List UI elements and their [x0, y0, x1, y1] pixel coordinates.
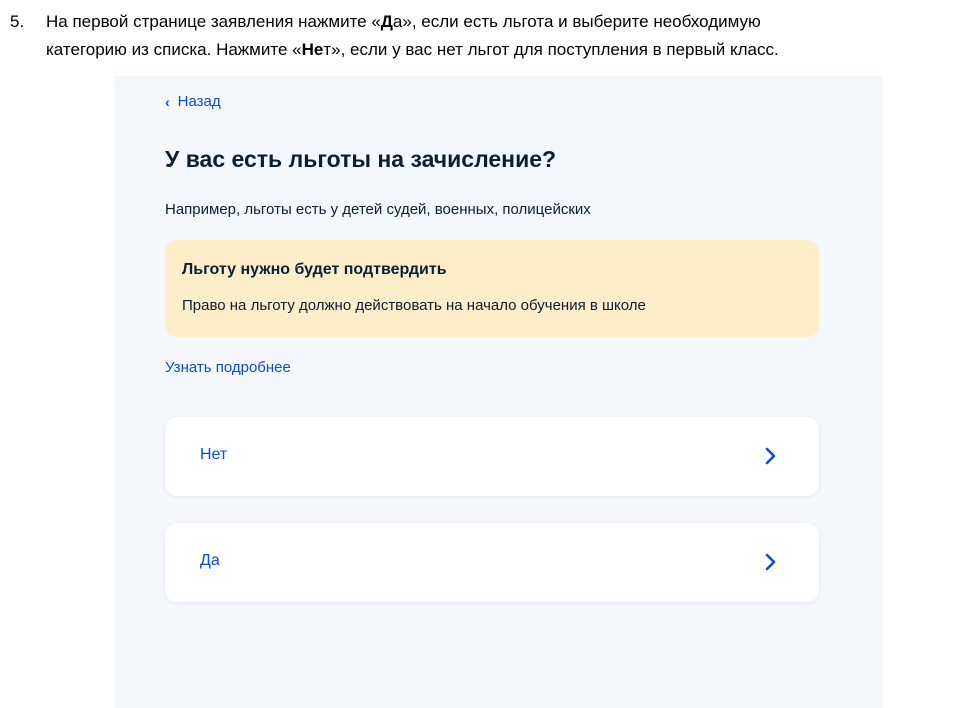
notice-banner: Льготу нужно будет подтвердить Право на … — [165, 240, 819, 337]
chevron-right-icon — [765, 553, 776, 571]
notice-text: Право на льготу должно действовать на на… — [182, 297, 646, 314]
chevron-left-icon: ‹ — [165, 93, 170, 110]
page-title: У вас есть льготы на зачисление? — [165, 146, 557, 172]
back-link[interactable]: ‹ Назад — [165, 93, 221, 110]
step-number: 5. — [10, 12, 25, 31]
application-screen: ‹ Назад У вас есть льготы на зачисление?… — [114, 76, 882, 708]
instruction-line-1-end: а», если есть льгота и выберите необходи… — [392, 12, 761, 31]
instruction-line-1: На первой странице заявления нажмите «Да… — [46, 8, 761, 36]
back-link-label: Назад — [177, 93, 221, 110]
instruction-line-1-bold: Д — [380, 12, 393, 31]
option-no-label: Нет — [200, 446, 228, 463]
notice-title: Льготу нужно будет подтвердить — [182, 261, 447, 278]
instruction-line-2-bold: Не — [301, 40, 324, 59]
instruction-line-2: категорию из списка. Нажмите «Нет», если… — [46, 36, 779, 64]
instruction-line-2-start: категорию из списка. Нажмите « — [46, 40, 302, 59]
option-yes-button[interactable]: Да — [165, 523, 819, 602]
option-yes-label: Да — [200, 552, 220, 569]
learn-more-link[interactable]: Узнать подробнее — [165, 359, 291, 376]
hint-text: Например, льготы есть у детей судей, вое… — [165, 201, 591, 218]
option-no-button[interactable]: Нет — [165, 417, 819, 496]
instruction-line-1-start: На первой странице заявления нажмите « — [46, 12, 381, 31]
instruction-line-2-end: т», если у вас нет льгот для поступления… — [323, 40, 779, 59]
chevron-right-icon — [765, 447, 776, 465]
